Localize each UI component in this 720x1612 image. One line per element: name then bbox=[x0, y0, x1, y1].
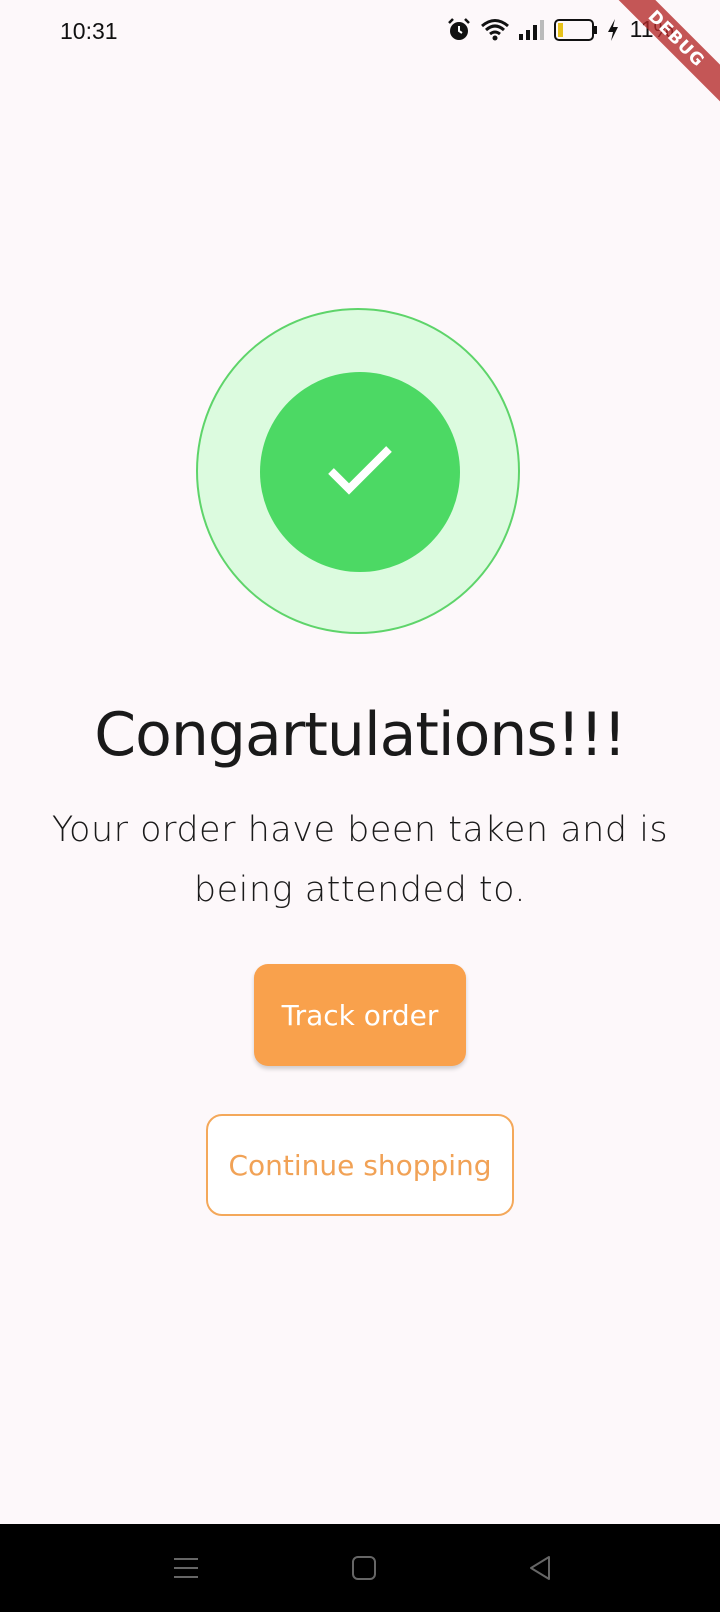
confirmation-message: Your order have been taken and is being … bbox=[51, 810, 669, 910]
continue-shopping-button[interactable]: Continue shopping bbox=[206, 1114, 514, 1216]
track-order-button[interactable]: Track order bbox=[254, 964, 466, 1066]
status-icons: 11% bbox=[446, 16, 674, 43]
charging-icon bbox=[606, 18, 620, 42]
checkmark-icon bbox=[327, 445, 393, 499]
status-time: 10:31 bbox=[60, 18, 118, 44]
menu-icon[interactable] bbox=[166, 1550, 206, 1586]
back-icon[interactable] bbox=[520, 1550, 560, 1586]
battery-icon bbox=[553, 18, 598, 42]
status-bar: 10:31 11% bbox=[0, 0, 720, 66]
success-inner-circle bbox=[260, 372, 460, 572]
system-nav-bar bbox=[0, 1524, 720, 1612]
alarm-icon bbox=[446, 17, 472, 43]
home-icon[interactable] bbox=[344, 1550, 384, 1586]
page-title: Congartulations!!! bbox=[94, 700, 627, 770]
signal-icon bbox=[518, 19, 546, 41]
wifi-icon bbox=[480, 18, 510, 42]
battery-percent: 11% bbox=[629, 16, 674, 42]
